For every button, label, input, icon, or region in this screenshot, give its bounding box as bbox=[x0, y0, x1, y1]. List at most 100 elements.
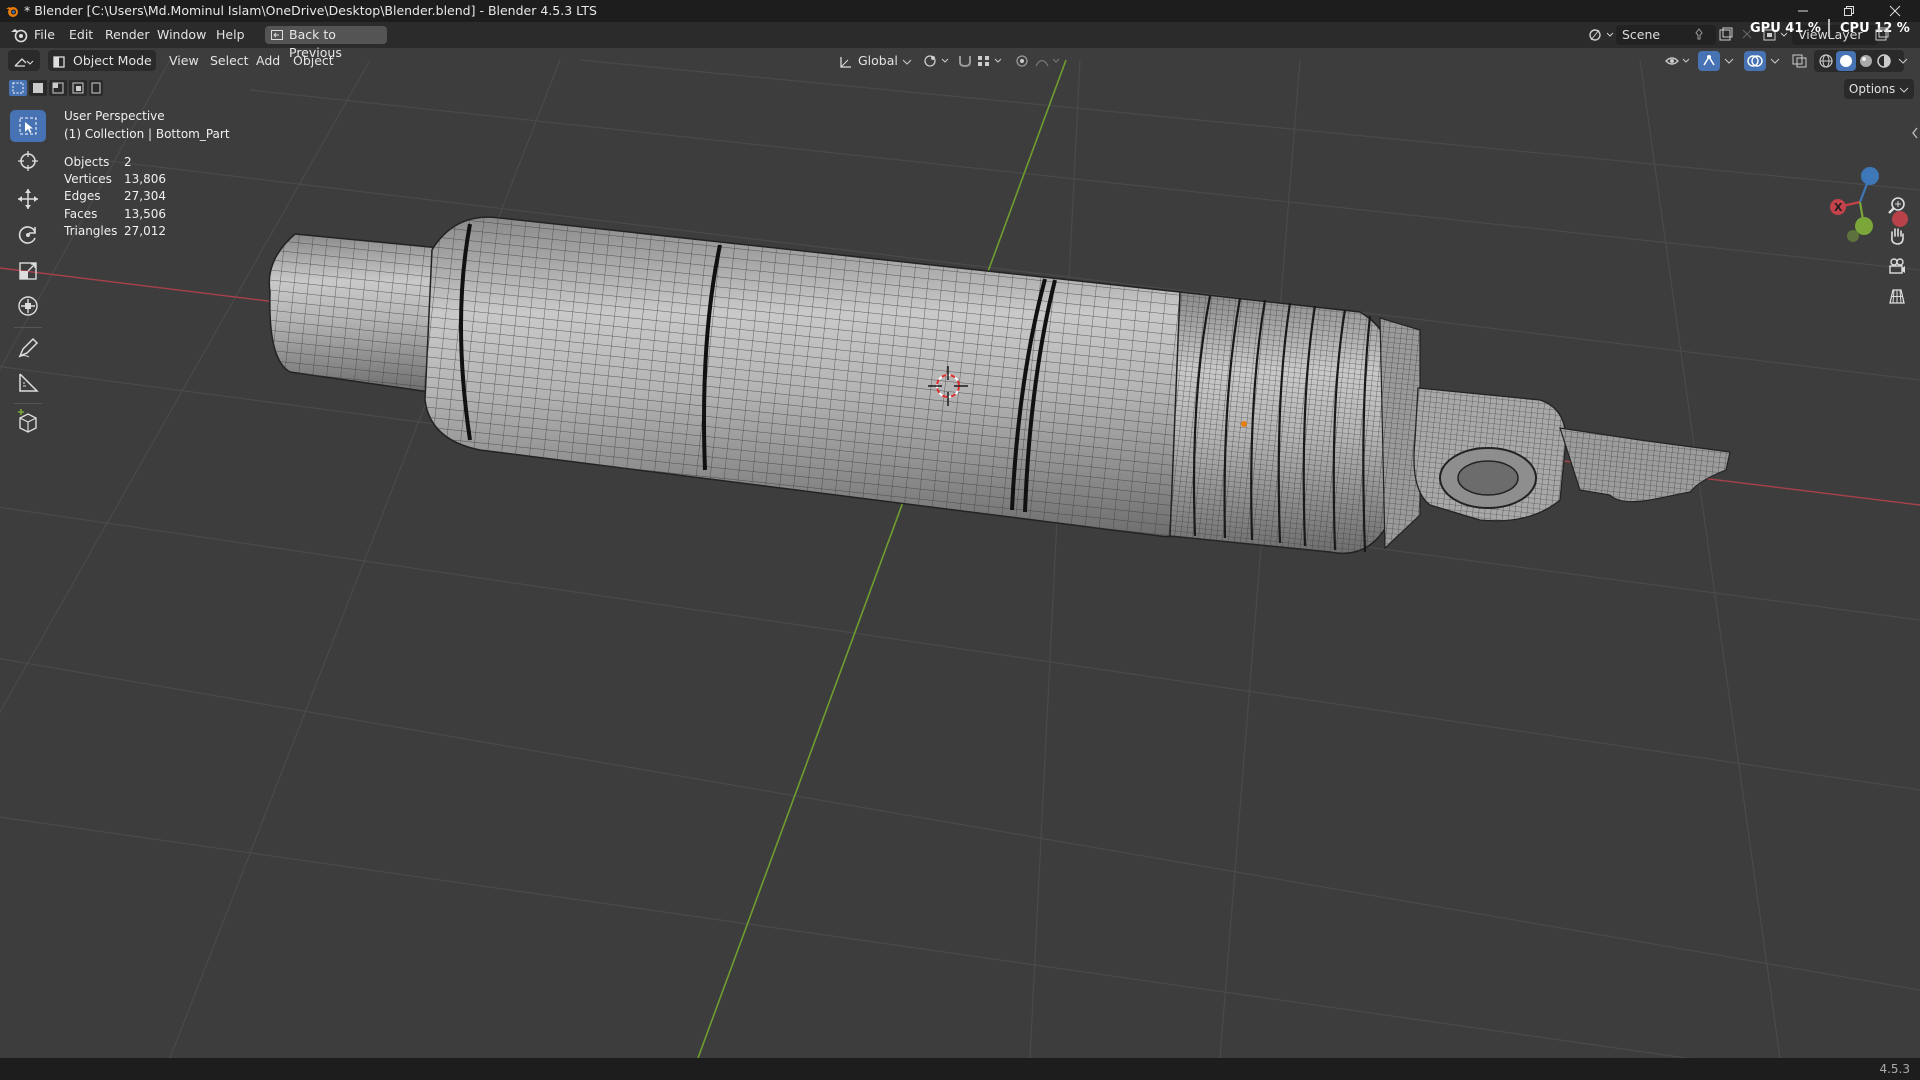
material-shading-icon[interactable] bbox=[1856, 52, 1876, 70]
back-to-previous-button[interactable]: Back to Previous bbox=[265, 26, 387, 60]
snap-target-icon[interactable] bbox=[976, 53, 1006, 69]
cursor-select-icon bbox=[19, 117, 37, 135]
transform-tool[interactable] bbox=[10, 290, 46, 322]
pan-view-button[interactable] bbox=[1882, 222, 1912, 250]
menu-view[interactable]: View bbox=[169, 50, 199, 71]
camera-icon bbox=[1889, 258, 1905, 274]
annotate-tool[interactable] bbox=[10, 332, 46, 364]
3d-cursor-icon bbox=[18, 151, 38, 171]
3d-viewport[interactable]: X bbox=[0, 48, 1920, 1058]
stat-edges: Edges 27,304 bbox=[64, 189, 166, 204]
cursor-tool[interactable] bbox=[10, 145, 46, 177]
wireframe-shading-icon[interactable] bbox=[1816, 52, 1836, 70]
move-icon bbox=[18, 189, 38, 209]
select-box-tool[interactable] bbox=[10, 110, 46, 142]
toolbar-separator bbox=[14, 403, 42, 404]
viewport-canvas bbox=[0, 59, 1920, 1058]
scene-icon[interactable] bbox=[1588, 27, 1614, 43]
chevron-down-icon bbox=[1899, 87, 1909, 93]
stats-divider bbox=[1828, 19, 1830, 37]
options-label: Options bbox=[1848, 82, 1896, 96]
3d-view-editor-icon bbox=[14, 57, 34, 67]
pin-icon[interactable] bbox=[1692, 28, 1706, 42]
zoom-icon bbox=[1888, 197, 1905, 214]
cpu-label: CPU bbox=[1840, 21, 1870, 36]
options-dropdown[interactable]: Options bbox=[1844, 79, 1914, 99]
add-cube-tool[interactable] bbox=[10, 406, 46, 438]
rendered-shading-icon[interactable] bbox=[1874, 52, 1894, 70]
new-viewlayer-icon[interactable] bbox=[1874, 27, 1890, 43]
object-origin bbox=[1241, 421, 1247, 427]
menu-file[interactable]: File bbox=[34, 22, 55, 48]
add-cube-icon bbox=[18, 409, 37, 433]
editor-type-button[interactable] bbox=[8, 50, 40, 71]
chevron-down-icon bbox=[902, 59, 912, 65]
scene-name: Scene bbox=[1622, 27, 1661, 42]
xray-toggle-icon[interactable] bbox=[1790, 52, 1810, 70]
menu-object[interactable]: Object bbox=[293, 50, 334, 71]
overlays-icon bbox=[1747, 55, 1763, 67]
grid-perspective-icon bbox=[1889, 289, 1905, 304]
measure-tool[interactable] bbox=[10, 367, 46, 399]
mesh-model bbox=[268, 216, 1731, 554]
scene-statistics: Objects 2 Vertices 13,806 Edges 27,304 Face… bbox=[64, 154, 166, 240]
stat-objects: Objects 2 bbox=[64, 155, 132, 169]
orientation-axes-icon bbox=[840, 56, 851, 68]
stat-triangles: Triangles 27,012 bbox=[64, 223, 166, 238]
menu-select[interactable]: Select bbox=[210, 50, 249, 71]
back-screen-icon bbox=[271, 30, 283, 40]
rotate-icon bbox=[18, 226, 36, 244]
chevron-down-icon[interactable] bbox=[1896, 53, 1910, 69]
gpu-usage: GPU 41 % bbox=[1750, 16, 1821, 42]
rotate-tool[interactable] bbox=[10, 219, 46, 251]
collection-label: (1) Collection | Bottom_Part bbox=[64, 126, 230, 141]
floor-grid bbox=[0, 59, 1920, 1058]
chevron-down-icon[interactable] bbox=[1768, 53, 1782, 69]
solid-shading-button[interactable] bbox=[1836, 51, 1856, 71]
gpu-label: GPU bbox=[1750, 21, 1781, 36]
status-bar: 4.5.3 bbox=[0, 1058, 1920, 1080]
proportional-editing-icon[interactable] bbox=[1014, 53, 1032, 69]
new-scene-icon[interactable] bbox=[1718, 27, 1734, 43]
move-tool[interactable] bbox=[10, 183, 46, 215]
gizmo-x-label: X bbox=[1834, 201, 1843, 214]
mode-label: Object Mode bbox=[72, 53, 152, 68]
annotate-icon bbox=[18, 337, 39, 358]
toolbar-separator bbox=[14, 327, 42, 328]
menu-window[interactable]: Window bbox=[157, 22, 206, 48]
blender-menu-icon[interactable] bbox=[10, 27, 28, 43]
sidebar-toggle-icon[interactable] bbox=[1910, 126, 1920, 140]
measure-icon bbox=[19, 373, 39, 392]
gizmo-icon bbox=[1703, 55, 1715, 66]
stat-faces: Faces 13,506 bbox=[64, 206, 166, 221]
menu-help[interactable]: Help bbox=[216, 22, 245, 48]
object-visibility-icon[interactable] bbox=[1664, 53, 1694, 69]
version-label: 4.5.3 bbox=[1879, 1062, 1910, 1076]
gizmo-z-axis bbox=[1861, 167, 1879, 185]
solid-shading-icon bbox=[1840, 55, 1852, 67]
menu-edit[interactable]: Edit bbox=[69, 22, 93, 48]
select-mode-group bbox=[8, 79, 104, 97]
perspective-label: User Perspective bbox=[64, 109, 165, 123]
pivot-point-icon[interactable] bbox=[922, 53, 952, 69]
blender-logo-icon bbox=[6, 7, 18, 17]
overlays-toggle-button[interactable] bbox=[1744, 51, 1766, 71]
menu-render[interactable]: Render bbox=[105, 22, 150, 48]
chevron-down-icon[interactable] bbox=[1722, 53, 1736, 69]
gizmo-toggle-button[interactable] bbox=[1698, 51, 1720, 71]
scale-tool[interactable] bbox=[10, 255, 46, 287]
top-menu-bar: File Edit Render Window Help Back to Pre… bbox=[0, 19, 1920, 60]
snap-toggle-icon[interactable] bbox=[956, 53, 974, 69]
falloff-icon[interactable] bbox=[1034, 53, 1064, 69]
transform-icon bbox=[18, 296, 38, 316]
orientation-label: Global bbox=[857, 53, 898, 68]
camera-view-button[interactable] bbox=[1882, 252, 1912, 280]
hand-icon bbox=[1891, 228, 1904, 245]
zoom-view-button[interactable] bbox=[1882, 192, 1912, 220]
menu-add[interactable]: Add bbox=[256, 50, 280, 71]
transform-orientation-dropdown[interactable]: Global bbox=[838, 50, 914, 71]
window-title: * Blender [C:\Users\Md.Mominul Islam\One… bbox=[24, 3, 597, 18]
mode-dropdown[interactable]: Object Mode bbox=[48, 50, 156, 86]
select-mode-icons[interactable] bbox=[8, 79, 104, 97]
toggle-perspective-button[interactable] bbox=[1882, 282, 1912, 310]
